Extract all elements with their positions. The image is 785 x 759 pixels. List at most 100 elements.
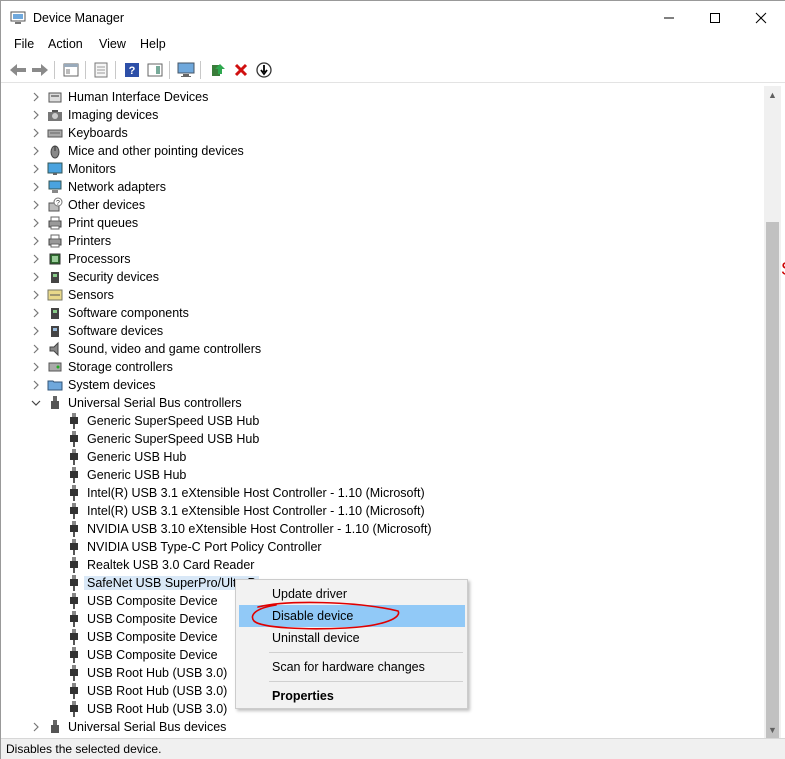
tree-category-usb-controllers[interactable]: Universal Serial Bus controllers [7,394,764,412]
menu-view[interactable]: View [99,37,126,51]
chevron-right-icon[interactable] [30,252,42,266]
tree-item-label: Intel(R) USB 3.1 eXtensible Host Control… [87,486,425,500]
ctx-update-driver-label: Update driver [272,587,348,601]
tree-item-label: Keyboards [68,126,128,140]
chevron-right-icon[interactable] [30,234,42,248]
tree-category[interactable]: Printers [7,232,764,250]
monitor-icon [47,161,63,177]
title-bar[interactable]: Device Manager [1,1,785,34]
tree-device-item[interactable]: Realtek USB 3.0 Card Reader [7,556,764,574]
usb-plug-icon [66,701,82,717]
uninstall-x-icon[interactable] [230,59,252,81]
chevron-right-icon[interactable] [30,162,42,176]
update-driver-icon[interactable] [207,59,229,81]
software-component-icon [47,305,63,321]
chevron-right-icon[interactable] [30,126,42,140]
tree-item-label: Sensors [68,288,114,302]
tree-category-usb-devices[interactable]: Universal Serial Bus devices [7,718,764,736]
minimize-button[interactable] [646,1,692,34]
tree-item-label: Processors [68,252,131,266]
chevron-right-icon[interactable] [30,198,42,212]
usb-plug-icon [66,521,82,537]
ctx-disable-device[interactable]: Disable device [239,605,465,627]
scroll-down-icon[interactable]: ▼ [764,721,781,738]
vertical-scrollbar[interactable]: ▲ ▼ [764,86,781,759]
chevron-right-icon[interactable] [30,342,42,356]
tree-item-label: Realtek USB 3.0 Card Reader [87,558,255,572]
forward-arrow-icon[interactable] [29,59,51,81]
back-arrow-icon[interactable] [7,59,29,81]
chevron-right-icon[interactable] [30,288,42,302]
tree-category[interactable]: Software devices [7,322,764,340]
usb-plug-icon [66,485,82,501]
tree-category[interactable]: ? Other devices [7,196,764,214]
menu-bar: File Action View Help [1,34,785,56]
action-pane-icon[interactable] [144,59,166,81]
menu-file[interactable]: File [14,37,34,51]
chevron-right-icon[interactable] [30,216,42,230]
storage-icon [47,359,63,375]
tree-device-item[interactable]: NVIDIA USB 3.10 eXtensible Host Controll… [7,520,764,538]
tree-item-label: Generic SuperSpeed USB Hub [87,432,260,446]
usb-plug-icon [66,665,82,681]
tree-device-item[interactable]: Generic SuperSpeed USB Hub [7,412,764,430]
scrollbar-thumb[interactable] [766,222,779,759]
menu-help[interactable]: Help [140,37,166,51]
tree-category[interactable]: Imaging devices [7,106,764,124]
tree-device-item[interactable]: Intel(R) USB 3.1 eXtensible Host Control… [7,502,764,520]
tree-category[interactable]: Sensors [7,286,764,304]
usb-plug-icon [66,449,82,465]
tree-category[interactable]: Storage controllers [7,358,764,376]
ctx-separator [269,652,463,653]
chevron-right-icon[interactable] [30,144,42,158]
chevron-right-icon[interactable] [30,306,42,320]
tree-device-item[interactable]: Generic SuperSpeed USB Hub [7,430,764,448]
security-icon [47,269,63,285]
usb-plug-icon [66,647,82,663]
tree-category[interactable]: Human Interface Devices [7,88,764,106]
usb-controller-icon [47,395,63,411]
chevron-right-icon[interactable] [30,108,42,122]
tree-category[interactable]: Security devices [7,268,764,286]
close-button[interactable] [738,1,784,34]
help-icon[interactable]: ? [121,59,143,81]
chevron-right-icon[interactable] [30,180,42,194]
menu-action[interactable]: Action [48,37,83,51]
enable-device-icon[interactable] [253,59,275,81]
chevron-right-icon[interactable] [30,378,42,392]
printer-icon [47,215,63,231]
chevron-right-icon[interactable] [30,270,42,284]
device-manager-window: Device Manager File Action View Help ? H… [0,0,785,759]
ctx-properties[interactable]: Properties [239,685,465,707]
tree-item-label: Network adapters [68,180,166,194]
ctx-update-driver[interactable]: Update driver [239,583,465,605]
tree-category[interactable]: Mice and other pointing devices [7,142,764,160]
tree-device-item[interactable]: Generic USB Hub [7,466,764,484]
tree-category[interactable]: Monitors [7,160,764,178]
tree-category[interactable]: Processors [7,250,764,268]
show-hide-console-tree-icon[interactable] [60,59,82,81]
chevron-right-icon[interactable] [30,720,42,734]
scan-hardware-monitor-icon[interactable] [175,59,197,81]
tree-item-label: USB Composite Device [87,648,218,662]
ctx-scan-hardware[interactable]: Scan for hardware changes [239,656,465,678]
tree-device-item[interactable]: Generic USB Hub [7,448,764,466]
tree-device-item[interactable]: Intel(R) USB 3.1 eXtensible Host Control… [7,484,764,502]
usb-plug-icon [66,503,82,519]
context-menu: Update driver Disable device Uninstall d… [235,579,468,709]
tree-category[interactable]: Sound, video and game controllers [7,340,764,358]
chevron-right-icon[interactable] [30,324,42,338]
tree-category[interactable]: Network adapters [7,178,764,196]
chevron-right-icon[interactable] [30,360,42,374]
tree-category[interactable]: Keyboards [7,124,764,142]
tree-category[interactable]: Software components [7,304,764,322]
tree-category[interactable]: Print queues [7,214,764,232]
chevron-right-icon[interactable] [30,90,42,104]
tree-device-item[interactable]: NVIDIA USB Type-C Port Policy Controller [7,538,764,556]
maximize-button[interactable] [692,1,738,34]
chevron-down-icon[interactable] [30,396,42,410]
scroll-up-icon[interactable]: ▲ [764,86,781,103]
ctx-uninstall-device[interactable]: Uninstall device [239,627,465,649]
properties-sheet-icon[interactable] [90,59,112,81]
tree-category[interactable]: System devices [7,376,764,394]
